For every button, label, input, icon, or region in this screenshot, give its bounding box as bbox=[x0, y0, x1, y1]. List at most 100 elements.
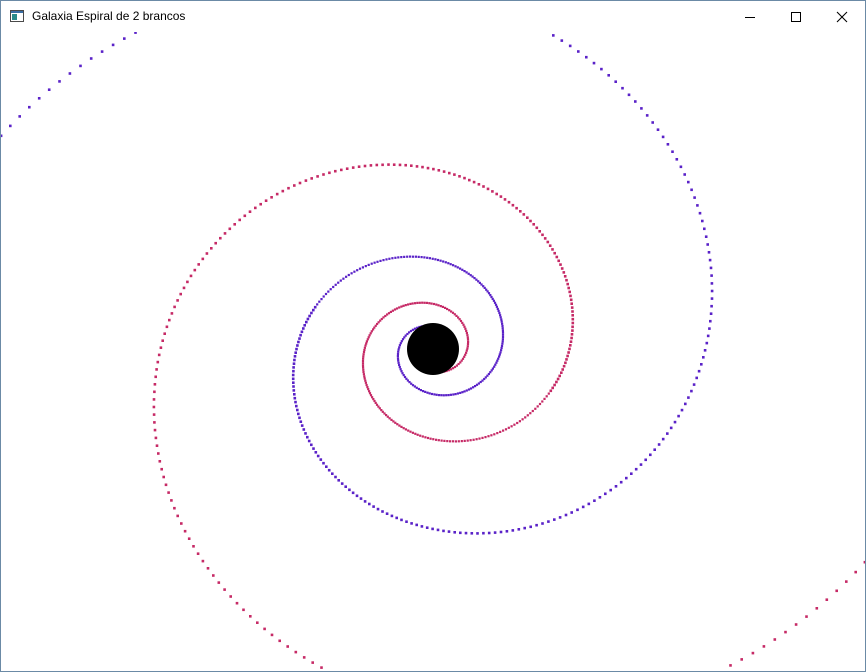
star-dot bbox=[501, 327, 504, 330]
star-dot bbox=[472, 438, 475, 441]
star-dot bbox=[493, 433, 496, 436]
star-dot bbox=[709, 319, 712, 323]
star-dot bbox=[437, 304, 440, 307]
star-dot bbox=[493, 301, 497, 304]
star-dot bbox=[570, 333, 574, 336]
star-dot bbox=[434, 258, 437, 261]
star-dot bbox=[407, 429, 410, 432]
star-dot bbox=[302, 327, 305, 330]
star-dot bbox=[293, 355, 297, 358]
star-dot bbox=[366, 386, 369, 389]
star-dot bbox=[425, 526, 429, 529]
star-dot bbox=[709, 266, 713, 270]
star-dot bbox=[362, 368, 365, 371]
star-dot bbox=[521, 418, 524, 421]
drawing-canvas[interactable] bbox=[1, 32, 865, 671]
star-dot bbox=[466, 439, 469, 442]
star-dot bbox=[362, 353, 365, 356]
star-dot bbox=[373, 399, 376, 403]
star-dot bbox=[556, 377, 560, 381]
minimize-button[interactable] bbox=[727, 1, 773, 32]
star-dot bbox=[291, 373, 295, 377]
maximize-button[interactable] bbox=[773, 1, 819, 32]
star-dot bbox=[762, 645, 766, 648]
star-dot bbox=[710, 304, 713, 308]
star-dot bbox=[286, 645, 289, 648]
star-dot bbox=[299, 333, 302, 337]
star-dot bbox=[547, 520, 550, 523]
star-dot bbox=[794, 623, 798, 626]
star-dot bbox=[292, 381, 295, 384]
star-dot bbox=[397, 350, 400, 353]
star-dot bbox=[371, 396, 374, 399]
star-dot bbox=[465, 351, 468, 354]
star-dot bbox=[536, 405, 539, 408]
star-dot bbox=[399, 368, 402, 371]
star-dot bbox=[398, 163, 402, 167]
star-dot bbox=[173, 305, 176, 309]
star-dot bbox=[392, 163, 396, 166]
star-dot bbox=[387, 163, 390, 166]
star-dot bbox=[673, 420, 677, 424]
star-dot bbox=[526, 414, 529, 417]
star-dot bbox=[703, 227, 706, 231]
star-dot bbox=[501, 340, 504, 343]
star-dot bbox=[854, 570, 857, 574]
star-dot bbox=[292, 385, 295, 388]
star-dot bbox=[167, 491, 170, 494]
star-dot bbox=[459, 531, 462, 535]
star-dot bbox=[357, 165, 361, 168]
star-dot bbox=[571, 317, 575, 321]
star-dot bbox=[397, 359, 400, 362]
star-dot bbox=[413, 327, 417, 330]
star-dot bbox=[543, 397, 546, 400]
star-dot bbox=[182, 286, 186, 290]
star-dot bbox=[706, 243, 709, 246]
star-dot bbox=[459, 391, 462, 394]
star-dot bbox=[487, 531, 491, 535]
star-dot bbox=[385, 512, 389, 515]
star-dot bbox=[701, 219, 704, 223]
star-dot bbox=[524, 416, 527, 419]
star-dot bbox=[299, 420, 303, 423]
star-dot bbox=[697, 369, 701, 373]
star-dot bbox=[426, 436, 430, 440]
star-dot bbox=[529, 412, 532, 415]
star-dot bbox=[472, 180, 476, 184]
star-dot bbox=[529, 525, 532, 529]
star-dot bbox=[566, 282, 569, 286]
star-dot bbox=[464, 531, 468, 535]
star-dot bbox=[421, 435, 424, 438]
star-dot bbox=[217, 581, 221, 584]
star-dot bbox=[702, 356, 705, 359]
close-button[interactable] bbox=[819, 1, 865, 32]
star-dot bbox=[426, 166, 430, 170]
star-dot bbox=[402, 304, 405, 307]
star-dot bbox=[825, 598, 829, 601]
star-dot bbox=[410, 164, 413, 167]
star-dot bbox=[254, 206, 257, 210]
star-dot bbox=[592, 61, 596, 65]
star-dot bbox=[429, 437, 432, 440]
title-bar[interactable]: Galaxia Espiral de 2 brancos bbox=[1, 1, 865, 32]
star-dot bbox=[294, 400, 297, 404]
star-dot bbox=[316, 303, 319, 306]
star-dot bbox=[367, 388, 370, 391]
star-dot bbox=[292, 389, 296, 392]
star-dot bbox=[547, 392, 550, 395]
star-dot bbox=[451, 311, 455, 314]
star-dot bbox=[270, 196, 273, 199]
star-dot bbox=[815, 607, 819, 610]
star-dot bbox=[400, 370, 403, 373]
star-dot bbox=[634, 100, 637, 103]
star-dot bbox=[362, 373, 365, 376]
star-dot bbox=[407, 303, 410, 306]
star-dot bbox=[598, 496, 602, 499]
spiral-arm-crimson bbox=[152, 163, 865, 669]
star-dot bbox=[398, 363, 401, 366]
star-dot bbox=[710, 282, 714, 285]
star-dot bbox=[432, 302, 436, 306]
star-dot bbox=[404, 428, 407, 431]
star-dot bbox=[557, 259, 560, 263]
star-dot bbox=[210, 247, 213, 250]
